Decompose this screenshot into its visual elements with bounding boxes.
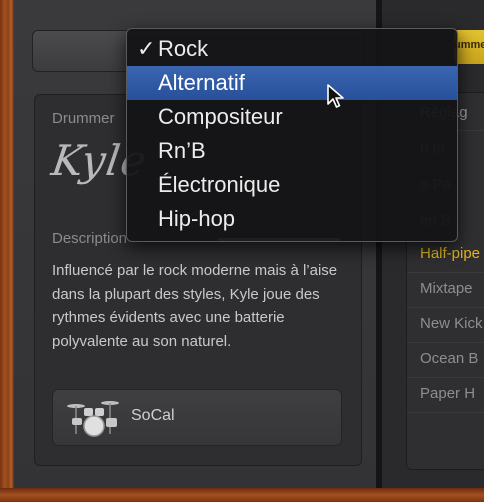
menu-item-rnb[interactable]: Rn’B — [127, 134, 457, 168]
menu-item-label: Rn’B — [158, 138, 206, 163]
preset-item[interactable]: New Kick — [420, 307, 484, 341]
preset-item[interactable]: Paper H — [420, 377, 484, 411]
menu-item-label: Compositeur — [158, 104, 283, 129]
drummer-tab[interactable]: ummer — [454, 30, 484, 64]
menu-item-label: Électronique — [158, 172, 281, 197]
drummer-tab-label: ummer — [454, 39, 484, 51]
drum-kit-icon — [67, 401, 119, 437]
checkmark-icon: ✓ — [137, 36, 156, 61]
menu-item-electronique[interactable]: Électronique — [127, 168, 457, 202]
menu-item-rock[interactable]: ✓ Rock — [127, 32, 457, 66]
preset-item-active[interactable]: Half-pipe — [420, 237, 484, 271]
preset-item[interactable]: Ocean B — [420, 342, 484, 376]
wood-trim-bottom — [0, 488, 484, 502]
preset-item[interactable]: Mixtape — [420, 272, 484, 306]
drummer-label: Drummer — [52, 110, 115, 127]
menu-item-alternatif[interactable]: Alternatif — [127, 66, 457, 100]
row-divider — [407, 412, 484, 413]
description-text: Influencé par le rock moderne mais à l’a… — [52, 262, 338, 350]
menu-item-label: Alternatif — [158, 70, 245, 95]
menu-item-compositeur[interactable]: Compositeur — [127, 100, 457, 134]
description-label: Description — [52, 230, 128, 247]
drum-kit-label: SoCal — [131, 407, 175, 424]
mouse-pointer-icon — [327, 84, 344, 108]
wood-trim-left — [0, 0, 14, 502]
menu-item-label: Hip-hop — [158, 206, 236, 231]
menu-item-label: Rock — [158, 36, 209, 61]
menu-item-hiphop[interactable]: Hip-hop — [127, 202, 457, 236]
